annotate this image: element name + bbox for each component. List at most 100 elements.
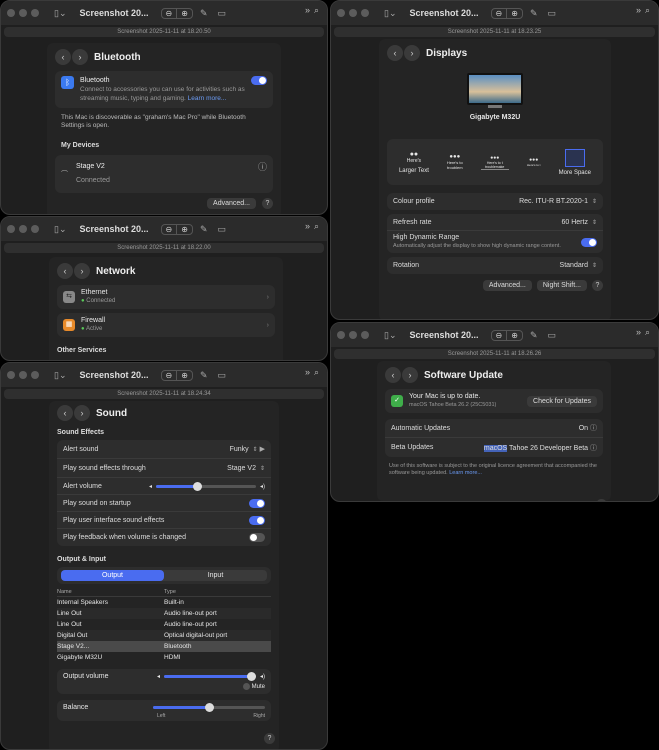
zoom-button[interactable] bbox=[31, 225, 39, 233]
crop-icon[interactable]: ▭ bbox=[214, 223, 229, 236]
zoom-in-icon[interactable]: ⊕ bbox=[177, 9, 192, 18]
search-icon[interactable]: ⌕ bbox=[314, 367, 319, 378]
back-button[interactable]: ‹ bbox=[385, 367, 401, 383]
info-icon[interactable]: ⓘ bbox=[590, 445, 597, 452]
minimize-button[interactable] bbox=[349, 9, 357, 17]
help-button[interactable]: ? bbox=[264, 733, 275, 745]
close-button[interactable] bbox=[337, 331, 345, 339]
resolution-option-more[interactable]: More Space bbox=[559, 148, 591, 176]
play-icon[interactable]: ▶ bbox=[260, 446, 265, 453]
sidebar-icon[interactable]: ▯⌄ bbox=[51, 7, 70, 20]
back-button[interactable]: ‹ bbox=[387, 45, 403, 61]
zoom-in-icon[interactable]: ⊕ bbox=[507, 9, 522, 18]
forward-button[interactable]: › bbox=[74, 405, 90, 421]
refresh-rate-row[interactable]: Refresh rate 60 Hertz ⇕ bbox=[387, 214, 603, 231]
minimize-button[interactable] bbox=[19, 225, 27, 233]
markup-icon[interactable]: ✎ bbox=[197, 223, 211, 236]
crop-icon[interactable]: ▭ bbox=[544, 7, 559, 20]
search-icon[interactable]: ⌕ bbox=[314, 221, 319, 232]
more-icon[interactable]: » bbox=[636, 5, 641, 16]
back-button[interactable]: ‹ bbox=[55, 49, 71, 65]
sidebar-icon[interactable]: ▯⌄ bbox=[51, 369, 70, 382]
output-volume-slider[interactable] bbox=[163, 672, 256, 681]
crop-icon[interactable]: ▭ bbox=[214, 7, 229, 20]
markup-icon[interactable]: ✎ bbox=[197, 7, 211, 20]
volume-feedback-toggle[interactable] bbox=[249, 533, 265, 542]
tab-input[interactable]: Input bbox=[164, 570, 267, 581]
forward-button[interactable]: › bbox=[72, 49, 88, 65]
resolution-option-3[interactable]: ●●● Here's to t troublemake bbox=[480, 155, 509, 170]
resolution-option-larger[interactable]: ●● Here's Larger Text bbox=[399, 151, 429, 174]
play-through-row[interactable]: Play sound effects through Stage V2 ⇕ bbox=[57, 459, 271, 478]
hdr-toggle[interactable] bbox=[581, 237, 597, 247]
table-row[interactable]: Line Out Audio line-out port bbox=[57, 619, 271, 630]
learn-more-link[interactable]: Learn more... bbox=[449, 470, 482, 476]
colour-profile-row[interactable]: Colour profile Rec. ITU-R BT.2020-1 ⇕ bbox=[387, 193, 603, 210]
balance-slider[interactable] bbox=[153, 703, 265, 713]
device-row[interactable]: ⌒ Stage V2 Connected ⓘ bbox=[55, 155, 273, 193]
column-header-name[interactable]: Name bbox=[57, 587, 164, 596]
beta-updates-row[interactable]: Beta Updates macOS Tahoe 26 Developer Bet… bbox=[385, 438, 603, 457]
minimize-button[interactable] bbox=[349, 331, 357, 339]
startup-sound-toggle[interactable] bbox=[249, 498, 265, 508]
zoom-in-icon[interactable]: ⊕ bbox=[177, 225, 192, 234]
zoom-in-icon[interactable]: ⊕ bbox=[177, 371, 192, 380]
table-row[interactable]: Gigabyte M32U HDMI bbox=[57, 652, 271, 663]
bluetooth-toggle[interactable] bbox=[251, 76, 267, 85]
learn-more-link[interactable]: Learn more... bbox=[188, 95, 227, 102]
close-button[interactable] bbox=[7, 371, 15, 379]
advanced-button[interactable]: Advanced... bbox=[207, 198, 256, 209]
forward-button[interactable]: › bbox=[404, 45, 420, 61]
sidebar-icon[interactable]: ▯⌄ bbox=[381, 329, 400, 342]
advanced-button[interactable]: Advanced... bbox=[482, 280, 532, 291]
back-button[interactable]: ‹ bbox=[57, 405, 73, 421]
automatic-updates-row[interactable]: Automatic Updates On ⓘ bbox=[385, 419, 603, 438]
slider-knob[interactable] bbox=[193, 481, 203, 491]
alert-sound-row[interactable]: Alert sound Funky ⇕ ▶ bbox=[57, 440, 271, 459]
zoom-out-icon[interactable]: ⊖ bbox=[492, 330, 508, 340]
night-shift-button[interactable]: Night Shift... bbox=[536, 280, 587, 291]
zoom-button[interactable] bbox=[361, 331, 369, 339]
search-icon[interactable]: ⌕ bbox=[645, 5, 650, 16]
more-icon[interactable]: » bbox=[305, 367, 310, 378]
resolution-option-2[interactable]: ●●● Here's to troublem bbox=[441, 154, 469, 170]
zoom-in-icon[interactable]: ⊕ bbox=[507, 331, 522, 340]
more-icon[interactable]: » bbox=[305, 221, 310, 232]
table-row-selected[interactable]: Stage V2... Bluetooth bbox=[57, 641, 271, 652]
forward-button[interactable]: › bbox=[74, 263, 90, 279]
help-button[interactable]: ? bbox=[592, 280, 603, 291]
table-row[interactable]: Digital Out Optical digital-out port bbox=[57, 630, 271, 641]
search-icon[interactable]: ⌕ bbox=[645, 327, 650, 338]
markup-icon[interactable]: ✎ bbox=[527, 329, 541, 342]
zoom-out-icon[interactable]: ⊖ bbox=[162, 370, 178, 380]
more-icon[interactable]: » bbox=[636, 327, 641, 338]
minimize-button[interactable] bbox=[19, 9, 27, 17]
zoom-button[interactable] bbox=[361, 9, 369, 17]
markup-icon[interactable]: ✎ bbox=[527, 7, 541, 20]
back-button[interactable]: ‹ bbox=[57, 263, 73, 279]
slider-knob[interactable] bbox=[204, 703, 214, 713]
table-row[interactable]: Line Out Audio line-out port bbox=[57, 608, 271, 619]
info-icon[interactable]: ⓘ bbox=[258, 160, 267, 173]
more-icon[interactable]: » bbox=[305, 5, 310, 16]
ui-sound-toggle[interactable] bbox=[249, 515, 265, 525]
help-button[interactable]: ? bbox=[262, 198, 273, 209]
mute-checkbox[interactable] bbox=[242, 683, 250, 690]
zoom-out-icon[interactable]: ⊖ bbox=[162, 224, 178, 234]
close-button[interactable] bbox=[337, 9, 345, 17]
rotation-row[interactable]: Rotation Standard ⇕ bbox=[387, 257, 603, 274]
slider-knob[interactable] bbox=[246, 672, 256, 681]
table-row[interactable]: Internal Speakers Built-in bbox=[57, 597, 271, 608]
tab-output[interactable]: Output bbox=[61, 570, 164, 581]
alert-volume-slider[interactable] bbox=[155, 481, 256, 491]
close-button[interactable] bbox=[7, 225, 15, 233]
crop-icon[interactable]: ▭ bbox=[544, 329, 559, 342]
resolution-option-4[interactable]: ●●● Here's to t bbox=[521, 157, 547, 167]
close-button[interactable] bbox=[7, 9, 15, 17]
zoom-out-icon[interactable]: ⊖ bbox=[492, 8, 508, 18]
check-for-updates-button[interactable]: Check for Updates bbox=[527, 395, 597, 407]
forward-button[interactable]: › bbox=[402, 367, 418, 383]
zoom-button[interactable] bbox=[31, 371, 39, 379]
crop-icon[interactable]: ▭ bbox=[214, 369, 229, 382]
sidebar-icon[interactable]: ▯⌄ bbox=[51, 223, 70, 236]
